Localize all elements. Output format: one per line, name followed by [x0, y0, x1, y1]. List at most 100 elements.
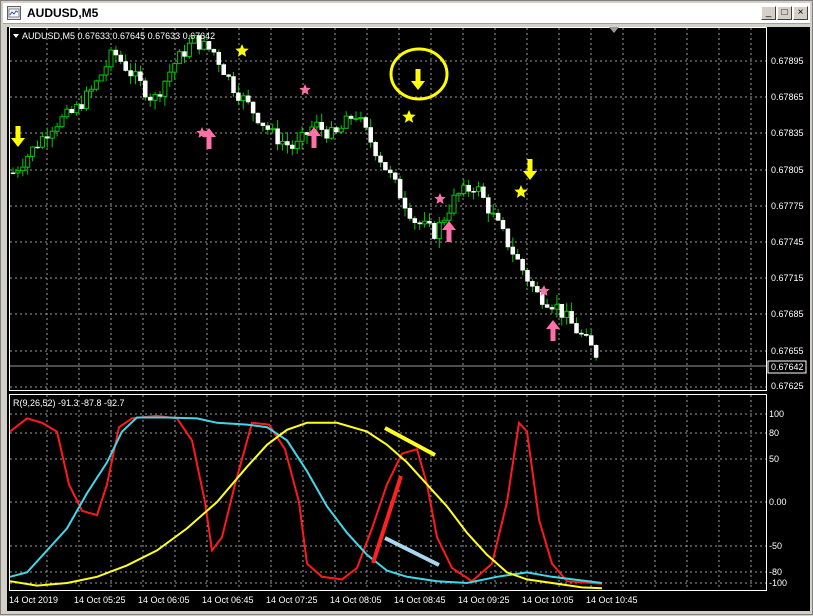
price-axis: 0.67895 0.67865 0.67835 0.67805 0.67775 … — [771, 56, 804, 391]
candle-body — [451, 194, 457, 214]
candle-body — [177, 51, 183, 65]
candle-body — [275, 128, 280, 145]
close-button[interactable]: × — [793, 6, 808, 20]
candle-body — [397, 179, 403, 199]
candle-body — [505, 228, 511, 248]
candle-body — [476, 186, 481, 192]
candle-body — [412, 218, 418, 223]
time-tick: 14 Oct 05:25 — [74, 595, 126, 605]
candle-body — [265, 125, 271, 130]
candle-body — [417, 222, 422, 225]
chart-canvas[interactable]: AUDUSD,M5 0.67633 0.67645 0.67633 0.6764… — [7, 27, 810, 611]
candle-body — [432, 222, 437, 239]
candle-body — [368, 127, 373, 143]
candle-body — [39, 136, 45, 148]
price-tick: 0.67865 — [771, 92, 804, 102]
candle-body — [436, 222, 442, 240]
symbol-menu-icon[interactable] — [13, 34, 19, 38]
candle-body — [98, 74, 104, 82]
candle-body — [143, 80, 148, 98]
chart-area[interactable]: AUDUSD,M5 0.67633 0.67645 0.67633 0.6764… — [7, 27, 810, 611]
candle-body — [250, 101, 256, 114]
candle-body — [481, 186, 486, 198]
chart-shift-icon[interactable] — [609, 27, 619, 33]
candle-body — [216, 51, 222, 65]
candle-body — [373, 142, 378, 157]
candle-body — [25, 155, 31, 168]
candle-body — [147, 96, 153, 101]
candle-body — [461, 184, 467, 195]
candle-body — [123, 61, 128, 71]
candle-body — [588, 335, 594, 346]
candle-body — [319, 121, 324, 130]
indicator-tick: -100 — [769, 578, 787, 588]
time-tick: 14 Oct 10:05 — [522, 595, 574, 605]
signal-star-icon — [514, 185, 528, 198]
time-tick: 14 Oct 06:45 — [202, 595, 254, 605]
candle-body — [231, 76, 236, 94]
title-bar[interactable]: AUDUSD,M5 _ □ × — [3, 3, 810, 24]
candle-body — [579, 332, 584, 335]
candle-body — [138, 71, 143, 82]
candle-body — [30, 146, 36, 157]
candle-body — [564, 310, 570, 318]
candle-body — [59, 116, 65, 128]
candle-body — [593, 345, 599, 358]
signal-markers — [11, 44, 560, 341]
candle-body — [388, 169, 393, 174]
candle-body — [157, 94, 163, 97]
candle-body — [500, 220, 506, 230]
candle-body — [74, 103, 80, 114]
candle-body — [324, 129, 329, 139]
indicator-info-label: R(9,26,52) -91.3 -87.8 -92.7 — [13, 398, 125, 408]
candle-body — [348, 115, 354, 119]
signal-star-icon — [434, 193, 446, 204]
current-price-label: 0.67642 — [771, 362, 804, 372]
chart-info-label: AUDUSD,M5 0.67633 0.67645 0.67633 0.6764… — [22, 31, 215, 41]
candle-body — [407, 207, 413, 219]
indicator-tick: 100 — [769, 409, 784, 419]
price-tick: 0.67775 — [771, 201, 804, 211]
candle-body — [201, 40, 207, 50]
window-title: AUDUSD,M5 — [27, 6, 99, 20]
candle-body — [64, 108, 70, 118]
candle-body — [495, 212, 501, 221]
candle-body — [35, 146, 40, 149]
candle-body — [133, 71, 138, 77]
candle-body — [402, 197, 408, 209]
candle-body — [427, 220, 432, 224]
candle-body — [280, 140, 285, 145]
candle-body — [486, 197, 491, 214]
candle-body — [206, 41, 212, 50]
candle-body — [584, 334, 589, 336]
candle-body — [446, 212, 452, 221]
candle-body — [383, 162, 388, 171]
price-tick: 0.67715 — [771, 273, 804, 283]
candle-body — [88, 88, 94, 92]
candle-body — [84, 90, 89, 110]
candle-body — [270, 128, 276, 131]
time-tick: 14 Oct 07:25 — [266, 595, 318, 605]
minimize-button[interactable]: _ — [761, 6, 776, 20]
time-tick: 14 Oct 09:25 — [458, 595, 510, 605]
candle-body — [240, 95, 246, 102]
candle-body — [490, 212, 496, 215]
price-tick: 0.67655 — [771, 346, 804, 356]
candle-body — [441, 219, 447, 224]
candle-body — [20, 166, 26, 172]
indicator-tick: 0.00 — [769, 497, 787, 507]
candle-body — [358, 117, 364, 120]
candle-body — [221, 64, 226, 75]
candle-body — [392, 172, 398, 180]
indicator-tick: 50 — [769, 454, 779, 464]
candle-body — [343, 115, 349, 129]
time-tick: 14 Oct 10:45 — [586, 595, 638, 605]
candle-body — [334, 127, 339, 133]
drawn-trendline — [371, 475, 403, 564]
maximize-button[interactable]: □ — [777, 6, 792, 20]
candle-body — [172, 63, 178, 73]
candle-body — [226, 74, 231, 77]
candle-body — [290, 144, 295, 149]
time-tick: 14 Oct 08:45 — [394, 595, 446, 605]
indicator-tick: 80 — [769, 428, 779, 438]
